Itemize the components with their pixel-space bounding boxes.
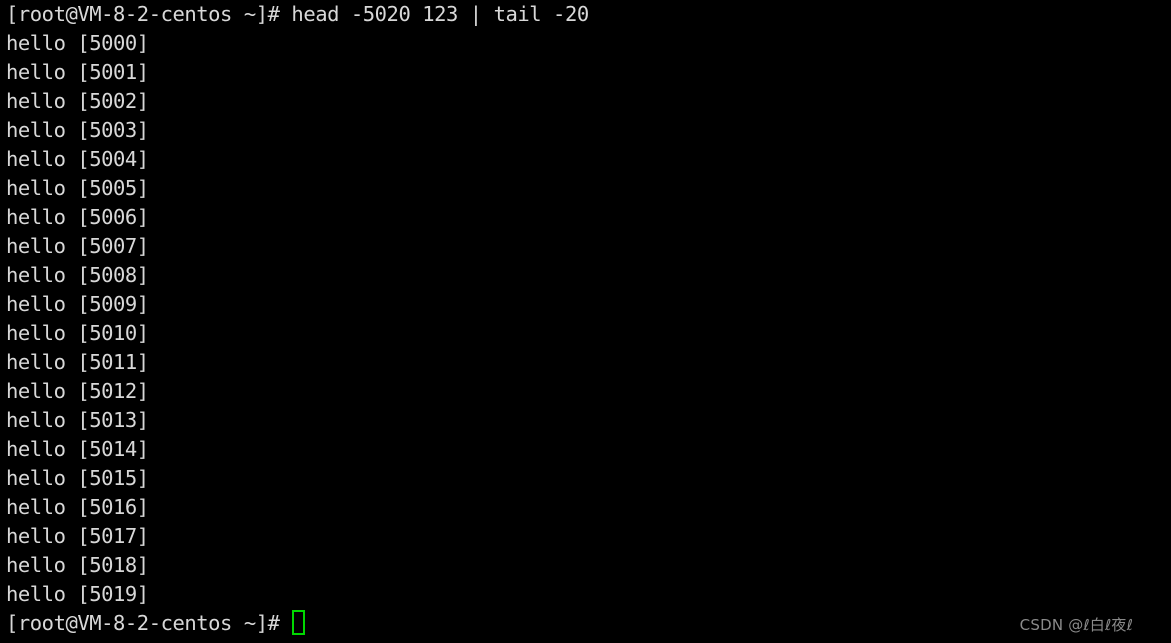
- shell-prompt: [root@VM-8-2-centos ~]#: [6, 611, 292, 635]
- terminal-screen[interactable]: [root@VM-8-2-centos ~]# head -5020 123 |…: [6, 0, 1171, 643]
- output-line: hello [5001]: [6, 60, 149, 84]
- active-prompt-line[interactable]: [root@VM-8-2-centos ~]#: [6, 609, 1171, 638]
- shell-prompt: [root@VM-8-2-centos ~]#: [6, 2, 292, 26]
- output-line: hello [5016]: [6, 495, 149, 519]
- output-line: hello [5018]: [6, 553, 149, 577]
- output-line: hello [5010]: [6, 321, 149, 345]
- output-line: hello [5005]: [6, 176, 149, 200]
- output-line: hello [5017]: [6, 524, 149, 548]
- output-line: hello [5002]: [6, 89, 149, 113]
- output-line: hello [5000]: [6, 31, 149, 55]
- output-line: hello [5003]: [6, 118, 149, 142]
- output-line: hello [5014]: [6, 437, 149, 461]
- output-line: hello [5011]: [6, 350, 149, 374]
- output-line: hello [5012]: [6, 379, 149, 403]
- output-line: hello [5009]: [6, 292, 149, 316]
- output-line: hello [5019]: [6, 582, 149, 606]
- output-line: hello [5008]: [6, 263, 149, 287]
- output-line: hello [5006]: [6, 205, 149, 229]
- command-line: [root@VM-8-2-centos ~]# head -5020 123 |…: [6, 0, 1171, 29]
- text-cursor[interactable]: [292, 610, 306, 635]
- output-line: hello [5004]: [6, 147, 149, 171]
- watermark-label: CSDN @ℓ白ℓ夜ℓ: [1019, 616, 1133, 634]
- output-line: hello [5015]: [6, 466, 149, 490]
- output-line: hello [5013]: [6, 408, 149, 432]
- output-line: hello [5007]: [6, 234, 149, 258]
- command-text: head -5020 123 | tail -20: [291, 2, 589, 26]
- terminal-window[interactable]: [root@VM-8-2-centos ~]# head -5020 123 |…: [0, 0, 1171, 643]
